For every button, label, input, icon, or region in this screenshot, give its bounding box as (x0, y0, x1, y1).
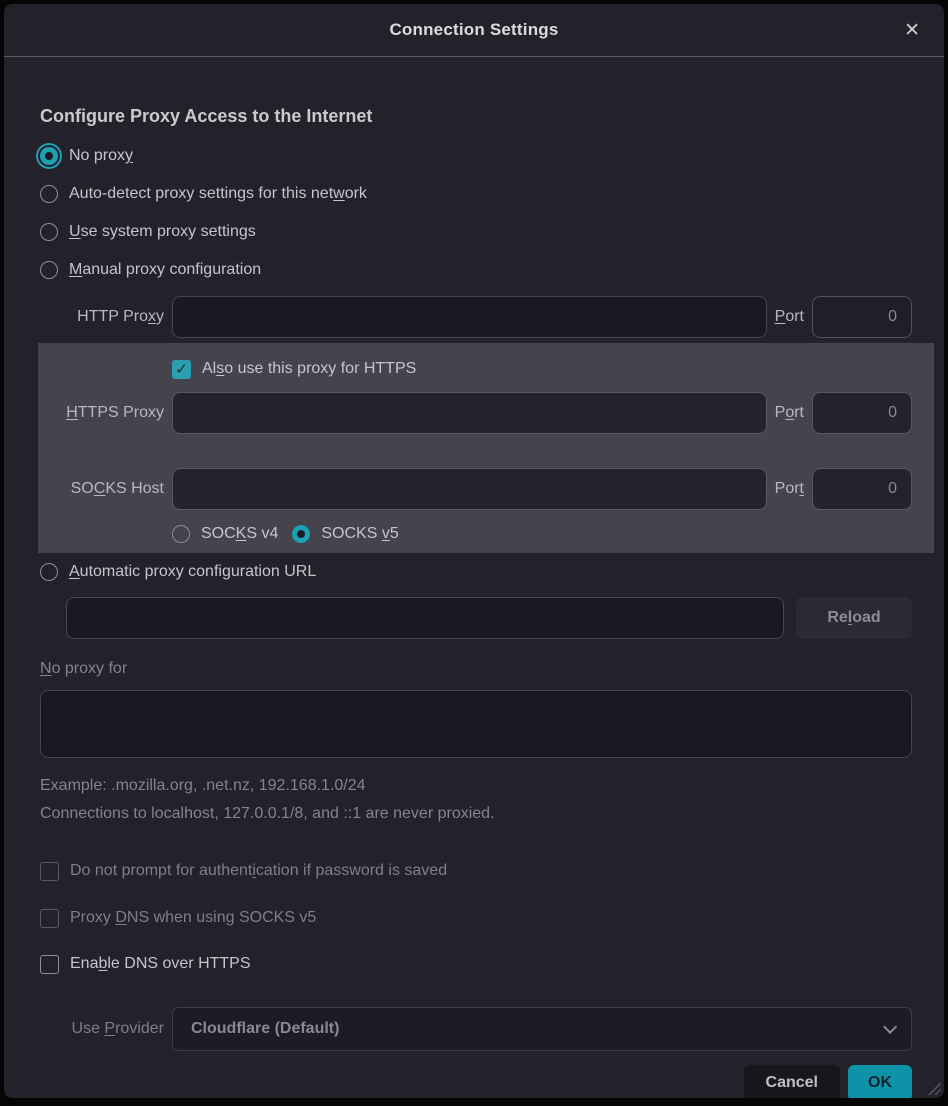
radio-auto-detect[interactable]: Auto-detect proxy settings for this netw… (40, 175, 912, 213)
share-proxy-label: Also use this proxy for HTTPS (202, 360, 416, 378)
dialog-title: Connection Settings (389, 20, 558, 40)
radio-auto-url[interactable]: Automatic proxy configuration URL (40, 559, 912, 585)
ok-button[interactable]: OK (848, 1065, 912, 1098)
radio-manual-proxy-icon[interactable] (40, 261, 58, 279)
socks-port-label: Port (775, 480, 804, 498)
http-proxy-row: HTTP Proxy Port (40, 296, 912, 338)
radio-socks-v5-icon[interactable] (292, 525, 310, 543)
radio-socks-v5[interactable]: SOCKS v5 (292, 521, 398, 547)
connection-settings-dialog: Connection Settings ✕ Configure Proxy Ac… (4, 4, 944, 1098)
socks-version-row: SOCKS v4 SOCKS v5 (172, 521, 912, 547)
socks-host-row: SOCKS Host Port (40, 468, 912, 510)
provider-row: Use Provider Cloudflare (Default) (40, 1007, 912, 1051)
checkbox-no-prompt-auth[interactable]: Do not prompt for authentication if pass… (40, 858, 912, 884)
checkbox-proxy-dns-label: Proxy DNS when using SOCKS v5 (70, 909, 316, 927)
radio-socks-v4-label: SOCKS v4 (201, 525, 278, 543)
close-icon[interactable]: ✕ (898, 4, 926, 56)
dialog-titlebar: Connection Settings ✕ (4, 4, 944, 57)
socks-host-input[interactable] (172, 468, 767, 510)
checkbox-proxy-dns[interactable]: Proxy DNS when using SOCKS v5 (40, 905, 912, 931)
checkbox-no-prompt-auth-icon[interactable] (40, 862, 59, 881)
https-port-input[interactable] (812, 392, 912, 434)
radio-no-proxy[interactable]: No proxy (40, 137, 912, 175)
checkbox-enable-doh-label: Enable DNS over HTTPS (70, 955, 251, 973)
radio-manual-proxy[interactable]: Manual proxy configuration (40, 251, 912, 289)
checkbox-enable-doh[interactable]: Enable DNS over HTTPS (40, 951, 912, 977)
checkbox-no-prompt-auth-label: Do not prompt for authentication if pass… (70, 862, 447, 880)
radio-socks-v4[interactable]: SOCKS v4 (172, 521, 278, 547)
radio-socks-v5-label: SOCKS v5 (321, 525, 398, 543)
http-port-input[interactable] (812, 296, 912, 338)
radio-no-proxy-icon[interactable] (40, 147, 58, 165)
share-proxy-checkbox-row[interactable]: ✓ Also use this proxy for HTTPS (172, 343, 912, 382)
radio-manual-proxy-label: Manual proxy configuration (69, 261, 261, 279)
https-proxy-label: HTTPS Proxy (40, 404, 164, 422)
radio-system-proxy[interactable]: Use system proxy settings (40, 213, 912, 251)
radio-auto-url-icon[interactable] (40, 563, 58, 581)
no-proxy-for-label: No proxy for (40, 659, 912, 683)
checkbox-proxy-dns-icon[interactable] (40, 909, 59, 928)
https-proxy-row: HTTPS Proxy Port (40, 392, 912, 434)
https-port-label: Port (775, 404, 804, 422)
radio-socks-v4-icon[interactable] (172, 525, 190, 543)
reload-button[interactable]: Reload (796, 597, 912, 639)
check-icon: ✓ (175, 360, 188, 378)
radio-system-proxy-label: Use system proxy settings (69, 223, 256, 241)
radio-auto-url-label: Automatic proxy configuration URL (69, 563, 316, 581)
radio-auto-detect-icon[interactable] (40, 185, 58, 203)
provider-label: Use Provider (40, 1020, 164, 1038)
checkbox-enable-doh-icon[interactable] (40, 955, 59, 974)
provider-dropdown-value: Cloudflare (Default) (191, 1020, 883, 1038)
dialog-footer: Cancel OK (40, 1065, 912, 1098)
cancel-button[interactable]: Cancel (744, 1065, 840, 1098)
checkbox-checked-icon[interactable]: ✓ (172, 360, 191, 379)
page-title: Configure Proxy Access to the Internet (40, 103, 912, 129)
https-socks-highlight-section: ✓ Also use this proxy for HTTPS HTTPS Pr… (38, 343, 934, 553)
dialog-content: Configure Proxy Access to the Internet N… (4, 103, 944, 1098)
radio-system-proxy-icon[interactable] (40, 223, 58, 241)
provider-dropdown[interactable]: Cloudflare (Default) (172, 1007, 912, 1051)
radio-no-proxy-label: No proxy (69, 147, 133, 165)
auto-url-input[interactable] (66, 597, 784, 639)
socks-port-input[interactable] (812, 468, 912, 510)
socks-host-label: SOCKS Host (40, 480, 164, 498)
http-proxy-label: HTTP Proxy (40, 308, 164, 326)
no-proxy-example-text: Example: .mozilla.org, .net.nz, 192.168.… (40, 776, 912, 796)
localhost-note-text: Connections to localhost, 127.0.0.1/8, a… (40, 804, 912, 824)
http-proxy-input[interactable] (172, 296, 767, 338)
radio-auto-detect-label: Auto-detect proxy settings for this netw… (69, 185, 367, 203)
auto-url-row: Reload (40, 597, 912, 639)
chevron-down-icon (883, 1020, 897, 1034)
https-proxy-input[interactable] (172, 392, 767, 434)
no-proxy-for-textarea[interactable] (40, 690, 912, 758)
http-port-label: Port (775, 308, 804, 326)
